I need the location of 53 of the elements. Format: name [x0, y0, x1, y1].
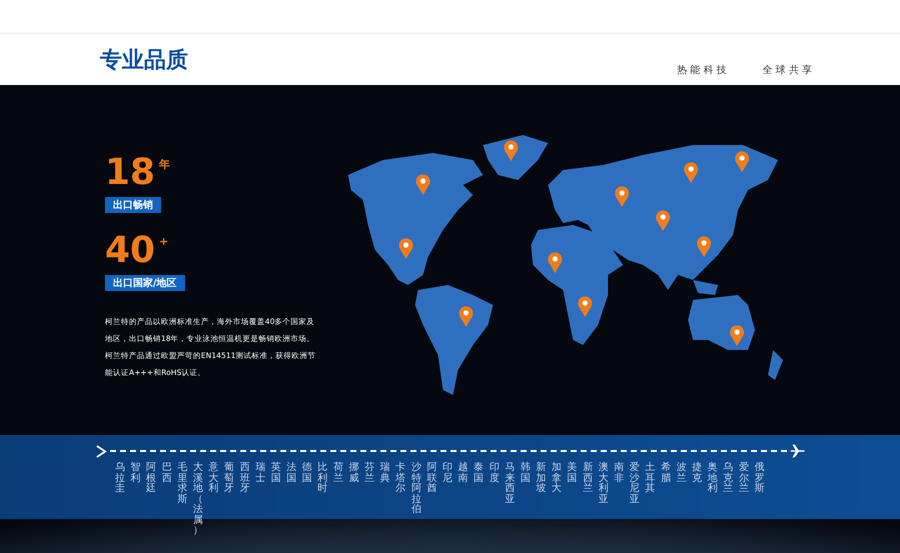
country-name: 瑞士: [254, 463, 266, 486]
country-name: 德国: [301, 463, 314, 486]
country-name: 法国: [286, 463, 298, 486]
country-name: 乌拉圭: [114, 463, 126, 496]
country-name: 比利时: [316, 463, 329, 496]
stat-label: 出口国家/地区: [105, 275, 185, 291]
stat-suffix: +: [159, 235, 168, 248]
country-name: 巴西: [160, 463, 173, 486]
country-name: 阿根廷: [145, 463, 158, 496]
stat-number: 18: [105, 153, 156, 193]
country-name: 加拿大: [550, 463, 563, 496]
country-name: 挪威: [348, 463, 360, 486]
country-name: 卡塔尔: [394, 463, 407, 496]
country-name: 捷克: [690, 463, 703, 486]
country-name: 意大利: [208, 463, 220, 496]
country-name: 泰国: [472, 463, 485, 486]
country-name: 爱沙尼亚: [628, 463, 641, 506]
country-name: 俄罗斯: [753, 463, 766, 496]
country-name: 波兰: [675, 463, 688, 486]
country-name: 大溪地（法属）: [192, 463, 204, 536]
slogan-text: 全 球 共 享: [762, 64, 812, 77]
country-name: 荷兰: [332, 463, 344, 486]
country-name: 马来西亚: [504, 463, 516, 506]
country-name: 希腊: [660, 463, 672, 486]
stat-suffix: 年: [159, 157, 170, 172]
country-name: 新西兰: [582, 463, 594, 496]
stat-label: 出口畅销: [105, 197, 161, 213]
country-name: 韩国: [519, 463, 532, 486]
slogan-text: 热 能 科 技: [676, 64, 726, 77]
stat-number: 40: [105, 231, 156, 271]
country-name: 毛里求斯: [176, 463, 188, 506]
country-name: 印尼: [441, 463, 454, 486]
country-name: 越南: [457, 463, 470, 486]
country-name: 南非: [613, 463, 625, 486]
country-name: 芬兰: [364, 463, 376, 486]
country-name: 爱尔兰: [738, 463, 750, 496]
country-name: 奥地利: [706, 463, 719, 496]
country-name: 沙特阿拉伯: [410, 463, 422, 517]
country-name: 乌克兰: [722, 463, 734, 496]
country-name: 智利: [130, 463, 142, 486]
country-name: 葡萄牙: [223, 463, 236, 496]
country-name: 新加坡: [535, 463, 548, 496]
country-name: 土耳其: [644, 463, 656, 496]
country-name: 阿联酋: [426, 463, 438, 496]
country-name: 印度: [488, 463, 500, 486]
airplane-icon: [790, 443, 806, 459]
page-title: 专业品质: [100, 47, 188, 75]
country-name: 澳大利亚: [597, 463, 610, 506]
country-name: 西班牙: [238, 463, 251, 496]
country-name: 英国: [270, 463, 282, 486]
country-name: 美国: [566, 463, 578, 486]
chevron-icon: [96, 444, 107, 458]
country-name: 瑞典: [379, 463, 392, 486]
